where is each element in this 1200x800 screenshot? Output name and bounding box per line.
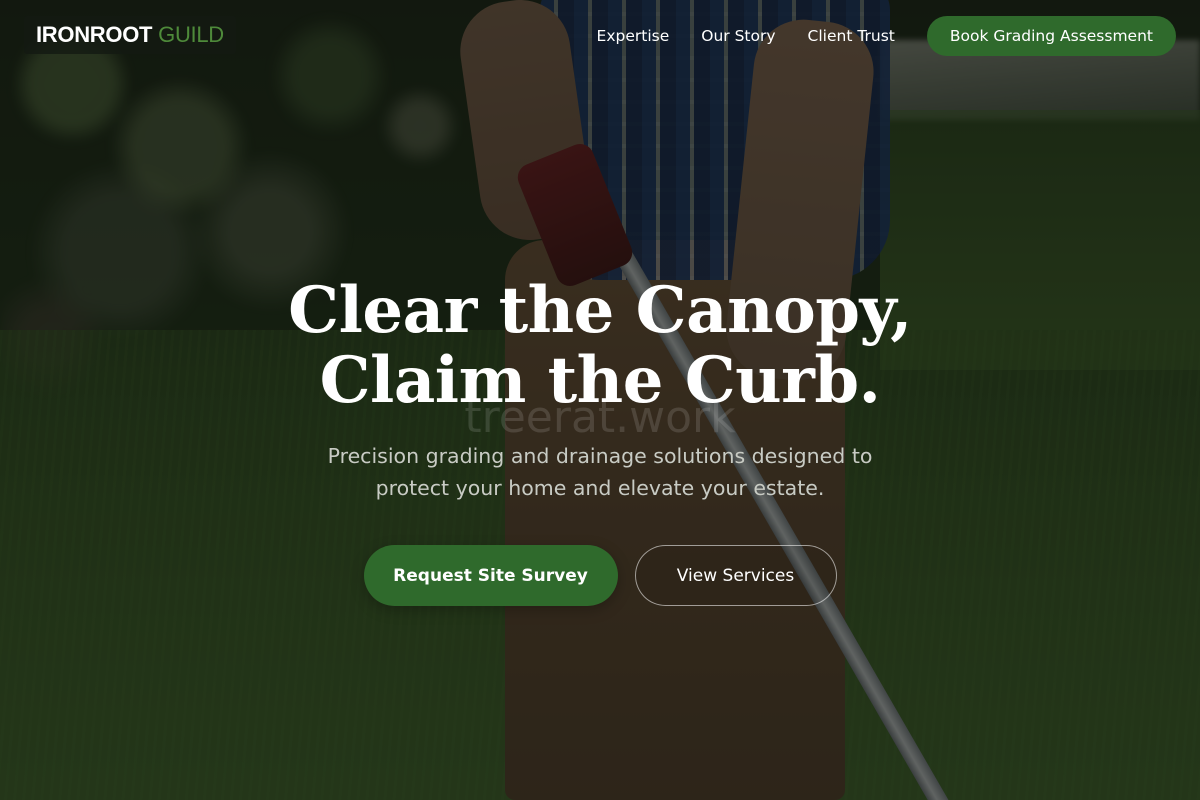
hero-cta-group: Request Site Survey View Services — [0, 545, 1200, 606]
top-navigation: IRONROOT GUILD Expertise Our Story Clien… — [0, 0, 1200, 72]
nav-links: Expertise Our Story Client Trust Book Gr… — [597, 16, 1176, 56]
brand-logo[interactable]: IRONROOT GUILD — [24, 16, 236, 54]
nav-link-our-story[interactable]: Our Story — [701, 27, 775, 45]
hero-headline-line-2: Claim the Curb. — [319, 343, 881, 418]
hero-headline: Clear the Canopy, Claim the Curb. — [0, 276, 1200, 416]
book-grading-assessment-button[interactable]: Book Grading Assessment — [926, 16, 1176, 56]
hero-headline-line-1: Clear the Canopy, — [288, 273, 912, 348]
brand-name-secondary: GUILD — [158, 22, 224, 47]
nav-link-client-trust[interactable]: Client Trust — [808, 27, 895, 45]
hero-subtitle: Precision grading and drainage solutions… — [327, 444, 873, 500]
hero-section: IRONROOT GUILD Expertise Our Story Clien… — [0, 0, 1200, 800]
brand-name-primary: IRONROOT — [36, 22, 153, 47]
view-services-button[interactable]: View Services — [634, 545, 837, 606]
request-site-survey-button[interactable]: Request Site Survey — [363, 545, 618, 606]
nav-link-expertise[interactable]: Expertise — [597, 27, 670, 45]
